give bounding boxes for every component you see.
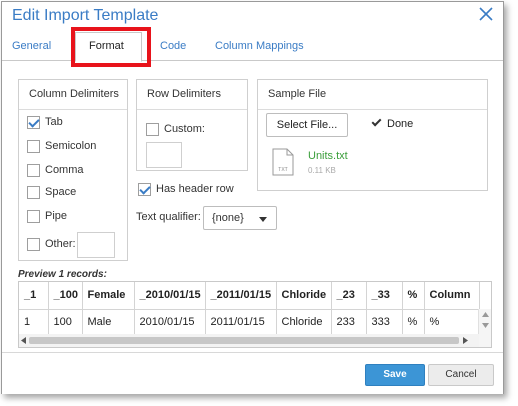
table-row: 1 100 Male 2010/01/15 2011/01/15 Chlorid… (19, 309, 480, 334)
table-cell: 1 (19, 309, 49, 334)
space-checkbox[interactable] (27, 186, 40, 199)
save-button[interactable]: Save (365, 364, 425, 386)
format-tab-highlight (71, 27, 151, 67)
done-status: Done (371, 116, 414, 130)
column-header[interactable]: Chloride (276, 282, 332, 310)
table-cell: 333 (366, 309, 403, 334)
column-header[interactable]: _33 (366, 282, 403, 310)
table-cell: 2010/01/15 (134, 309, 206, 334)
column-header[interactable]: _1 (19, 282, 49, 310)
dialog-title: Edit Import Template (12, 7, 159, 24)
title-bar: Edit Import Template (2, 2, 503, 30)
other-delimiter-input[interactable] (77, 232, 115, 258)
column-header[interactable]: _23 (331, 282, 367, 310)
table-cell: % (424, 309, 480, 334)
table-cell: % (402, 309, 425, 334)
tab-checkbox[interactable] (27, 116, 40, 129)
column-delimiters-panel: Column Delimiters Tab Semicolon Comma Sp… (18, 79, 128, 261)
sample-file-panel: Sample File Select File... Done TXT Unit… (257, 79, 488, 191)
column-header[interactable]: % (402, 282, 425, 310)
delimiter-pipe-label: Pipe (45, 210, 68, 222)
select-file-button[interactable]: Select File... (266, 113, 348, 137)
dialog-footer: Save Cancel (2, 352, 503, 394)
delimiter-semicolon-label: Semicolon (45, 140, 97, 152)
semicolon-checkbox[interactable] (27, 140, 40, 153)
scroll-down-icon[interactable] (482, 323, 489, 328)
text-qualifier-value: {none} (212, 212, 244, 224)
text-qualifier-label: Text qualifier: (136, 211, 201, 223)
text-qualifier-select[interactable]: {none} (203, 206, 277, 230)
column-header[interactable]: _2010/01/15 (134, 282, 206, 310)
row-delimiters-header: Row Delimiters (137, 80, 247, 110)
column-header[interactable]: _100 (48, 282, 83, 310)
scroll-left-icon[interactable] (21, 337, 26, 344)
preview-header-row: _1 _100 Female _2010/01/15 _2011/01/15 C… (19, 282, 480, 310)
column-delimiters-header: Column Delimiters (19, 80, 127, 110)
tab-code[interactable]: Code (160, 40, 186, 52)
tab-general[interactable]: General (12, 40, 51, 52)
column-header[interactable]: Column (424, 282, 480, 310)
row-delimiters-panel: Row Delimiters Custom: (136, 79, 248, 171)
custom-row-delimiter-input[interactable] (146, 142, 182, 168)
done-label: Done (387, 118, 414, 130)
delimiter-space-label: Space (45, 186, 77, 198)
delimiter-tab-label: Tab (45, 116, 63, 128)
sample-file-card[interactable]: TXT Units.txt 0.11 KB (262, 144, 486, 184)
has-header-row-checkbox[interactable] (138, 183, 151, 196)
preview-table: _1 _100 Female _2010/01/15 _2011/01/15 C… (19, 282, 480, 334)
delimiter-other-label: Other: (45, 238, 76, 250)
dropdown-arrow-icon (259, 217, 267, 222)
file-icon-text: TXT (278, 167, 287, 173)
has-header-row-label: Has header row (156, 183, 234, 195)
comma-checkbox[interactable] (27, 164, 40, 177)
column-header[interactable]: _2011/01/15 (205, 282, 277, 310)
table-cell: 233 (331, 309, 367, 334)
row-custom-label: Custom: (164, 123, 205, 135)
text-file-icon: TXT (272, 148, 294, 176)
custom-row-checkbox[interactable] (146, 123, 159, 136)
pipe-checkbox[interactable] (27, 210, 40, 223)
preview-grid: _1 _100 Female _2010/01/15 _2011/01/15 C… (18, 281, 492, 348)
table-cell: 2011/01/15 (205, 309, 277, 334)
column-header[interactable]: Female (82, 282, 135, 310)
table-cell: Chloride (276, 309, 332, 334)
close-icon[interactable] (477, 5, 495, 23)
tab-column-mappings[interactable]: Column Mappings (215, 40, 304, 52)
table-cell: Male (82, 309, 135, 334)
delimiter-comma-label: Comma (45, 164, 84, 176)
cancel-button[interactable]: Cancel (428, 364, 494, 386)
scroll-right-icon[interactable] (463, 337, 468, 344)
sample-file-name[interactable]: Units.txt (308, 150, 348, 162)
vertical-scrollbar[interactable] (478, 309, 491, 347)
other-checkbox[interactable] (27, 238, 40, 251)
sample-file-header: Sample File (258, 80, 487, 110)
horizontal-scrollbar[interactable] (19, 334, 479, 347)
checkmark-icon (371, 116, 382, 127)
sample-file-size: 0.11 KB (308, 166, 336, 175)
scroll-up-icon[interactable] (482, 312, 489, 317)
edit-import-template-dialog: Edit Import Template General Format Code… (1, 1, 504, 394)
preview-label: Preview 1 records: (18, 269, 107, 280)
table-cell: 100 (48, 309, 83, 334)
horizontal-scroll-thumb[interactable] (29, 337, 459, 344)
